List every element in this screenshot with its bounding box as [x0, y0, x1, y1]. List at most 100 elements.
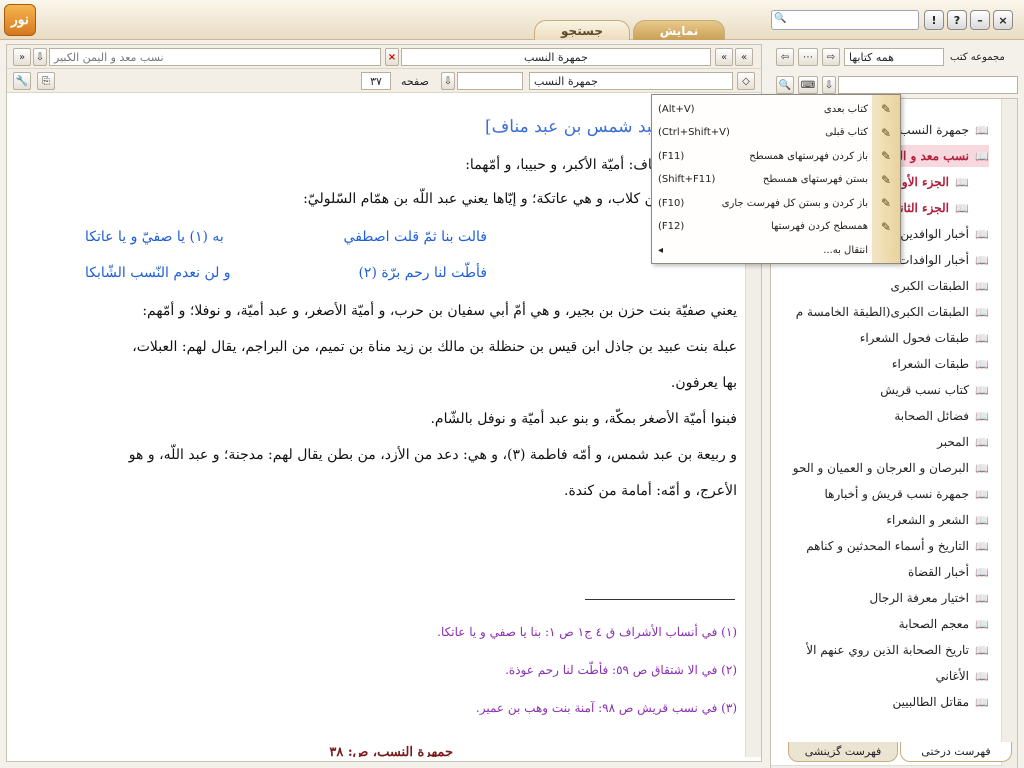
book-icon: 📖 — [975, 462, 989, 475]
keyboard-icon[interactable]: ⌨ — [798, 76, 818, 94]
tree-item[interactable]: 📖 مقاتل الطالبيين — [892, 691, 989, 713]
menu-item-label: باز كردن فهرستهای همسطح — [749, 150, 868, 162]
text-line: فبنوا أميّة الأصغر بمكّة، و بنو عبد أميّ… — [430, 411, 737, 427]
tree-item[interactable]: 📖 طبقات الشعراء — [892, 353, 989, 375]
menu-item[interactable]: (F10) باز كردن و بستن كل فهرست جاری — [652, 191, 874, 215]
book-icon: 📖 — [975, 540, 989, 553]
tree-item[interactable]: 📖 أخبار الوافدين — [900, 223, 989, 245]
tree-item[interactable]: 📖 الشعر و الشعراء — [886, 509, 989, 531]
tree-item[interactable]: 📖 اختيار معرفة الرجال — [870, 587, 990, 609]
scroll-tabs-end-button[interactable]: « — [735, 48, 753, 66]
tab-selective-index[interactable]: فهرست گزینشی — [788, 742, 898, 762]
book-tab-nasab-maad[interactable]: نسب معد و اليمن الكبير — [49, 48, 381, 66]
toc-down-arrow-icon[interactable]: ⇩ — [822, 76, 836, 94]
tab-tree-index[interactable]: فهرست درختی — [900, 742, 1012, 762]
menu-item[interactable]: (F12) همسطح كردن فهرستها — [652, 215, 874, 239]
search-toc-icon[interactable]: 🔍 — [776, 76, 794, 94]
menu-item[interactable]: (Ctrl+Shift+V) كتاب قبلی — [652, 121, 874, 145]
text-line: يعني صفيّة بنت حزن بن بجير، و هي أمّ أبي… — [142, 303, 737, 319]
collection-select[interactable]: همه كتابها — [844, 48, 944, 66]
tree-item[interactable]: 📖 طبقات فحول الشعراء — [860, 327, 989, 349]
forward-arrow-icon[interactable]: ⇨ — [822, 48, 840, 66]
tree-item[interactable]: 📖 فضائل الصحابة — [894, 405, 989, 427]
tree-item[interactable]: 📖 الجزء الأول — [893, 171, 969, 193]
more-icon[interactable]: ⋯ — [798, 48, 818, 66]
alert-button[interactable]: ! — [924, 10, 944, 30]
tag-icon[interactable]: ◇ — [737, 72, 755, 90]
toggle-tree-icon: ✎ — [880, 196, 892, 210]
page-footer: جمهرة النسب، ص: ٣٨ — [329, 745, 453, 757]
toc-scrollbar[interactable] — [1001, 99, 1017, 768]
tree-item[interactable]: 📖 أخبار الوافدات — [898, 249, 989, 271]
tree-item[interactable]: 📖 الأغاني — [936, 665, 989, 687]
book-select-field[interactable]: جمهرة النسب — [529, 72, 733, 90]
export-icon[interactable]: ⎘ — [37, 72, 55, 90]
menu-item-label: باز كردن و بستن كل فهرست جاری — [721, 197, 868, 209]
page-down-arrow-icon[interactable]: ⇩ — [441, 72, 455, 90]
tree-item-label: الأغاني — [935, 669, 969, 683]
tree-item[interactable]: 📖 جمهرة النسب — [899, 119, 989, 141]
search-icon: 🔍 — [774, 13, 787, 24]
tree-item-label: جمهرة نسب قريش و أخبارها — [824, 487, 969, 501]
book-icon: 📖 — [975, 566, 989, 579]
book-icon: 📖 — [975, 306, 989, 319]
tab-show[interactable]: نمایش — [633, 20, 725, 40]
context-menu: (Alt+V) كتاب بعدی ✎ (Ctrl+Shift+V) كتاب قبلی… — [651, 94, 901, 264]
book-icon: 📖 — [975, 358, 989, 371]
tree-item[interactable]: 📖 جمهرة نسب قريش و أخبارها — [825, 483, 989, 505]
tree-item[interactable]: 📖 البرصان و العرجان و العميان و الحو — [793, 457, 989, 479]
menu-item[interactable]: (Shift+F11) بستن فهرستهای همسطح — [652, 168, 874, 192]
tree-item[interactable]: 📖 الطبقات الكبرى(الطبقة الخامسة م — [796, 301, 989, 323]
tree-item-label: الطبقات الكبرى(الطبقة الخامسة م — [795, 305, 969, 319]
tree-item-label: الطبقات الكبرى — [890, 279, 969, 293]
book-icon: 📖 — [975, 254, 989, 267]
tree-item[interactable]: 📖 التاريخ و أسماء المحدثين و كناهم — [806, 535, 989, 557]
menu-item-label: كتاب بعدی — [823, 103, 868, 115]
menu-shortcut: ◂ — [658, 244, 664, 256]
menu-shortcut: (F11) — [658, 150, 685, 162]
tree-item-label: طبقات الشعراء — [891, 357, 969, 371]
text-line: و ربيعة بن عبد شمس، و أمّه فاطمة (٣)، و … — [128, 447, 737, 463]
reader-panel: » ⇩ نسب معد و اليمن الكبير × جمهرة النسب… — [6, 44, 762, 762]
tree-item[interactable]: 📖 تاريخ الصحابة الذين روي عنهم الأ — [806, 639, 989, 661]
navigation-bar: 🔧 ⎘ ٣٧ صفحه ⇩ جمهرة النسب ◇ — [7, 69, 761, 93]
tree-item[interactable]: 📖 كتاب نسب قريش — [880, 379, 989, 401]
tree-item-label: الجزء الأول — [893, 175, 949, 189]
menu-item[interactable]: ◂ انتقال به... — [652, 238, 874, 262]
tree-item[interactable]: 📖 الجزء الثاني — [890, 197, 969, 219]
tab-search[interactable]: جستجو — [534, 20, 630, 40]
tree-item[interactable]: 📖 المحبر — [937, 431, 989, 453]
poem-hemistich: فالت بنا ثمّ قلت اصطفي — [343, 229, 487, 245]
menu-shortcut: (F10) — [658, 197, 685, 209]
next-book-icon: ✎ — [880, 102, 892, 116]
scroll-tabs-right-button[interactable]: « — [715, 48, 733, 66]
menu-shortcut: (F12) — [658, 221, 685, 232]
prev-book-icon: ✎ — [880, 125, 892, 140]
book-icon: 📖 — [975, 410, 989, 423]
wrench-icon[interactable]: 🔧 — [13, 72, 31, 90]
section-field[interactable] — [457, 72, 523, 90]
text-line: بيد بن رؤاس بن كلاب، و هي عاتكة؛ و إيّاه… — [303, 191, 737, 207]
book-tab-jamharat-al-nasab[interactable]: جمهرة النسب — [401, 48, 711, 66]
app-logo: نور — [4, 4, 36, 36]
menu-item-label: بستن فهرستهای همسطح — [762, 174, 868, 185]
menu-item[interactable]: (F11) باز كردن فهرستهای همسطح — [652, 144, 874, 168]
help-button[interactable]: ? — [947, 10, 967, 30]
tree-item[interactable]: 📖 الطبقات الكبرى — [890, 275, 989, 297]
scroll-tabs-left-button[interactable]: » — [13, 48, 31, 66]
close-window-button[interactable]: × — [993, 10, 1013, 30]
close-tab-icon[interactable]: × — [385, 48, 399, 66]
menu-item[interactable]: (Alt+V) كتاب بعدی — [652, 97, 874, 121]
text-line: الأعرج، و أمّه: أمامة من كندة. — [564, 483, 737, 499]
tabs-down-arrow-icon[interactable]: ⇩ — [33, 48, 47, 66]
tree-item-label: أخبار الوافدات — [898, 253, 969, 267]
minimize-button[interactable]: – — [970, 10, 990, 30]
tree-item[interactable]: 📖 أخبار القضاة — [908, 561, 989, 583]
back-arrow-icon[interactable]: ⇦ — [776, 48, 794, 66]
page-number-field[interactable]: ٣٧ — [361, 72, 391, 90]
menu-shortcut: (Ctrl+Shift+V) — [658, 127, 730, 138]
book-icon: 📖 — [975, 150, 989, 163]
top-search-input[interactable]: 🔍 — [771, 10, 919, 30]
tree-item[interactable]: 📖 معجم الصحابة — [899, 613, 989, 635]
toc-search-input[interactable] — [838, 76, 1018, 94]
